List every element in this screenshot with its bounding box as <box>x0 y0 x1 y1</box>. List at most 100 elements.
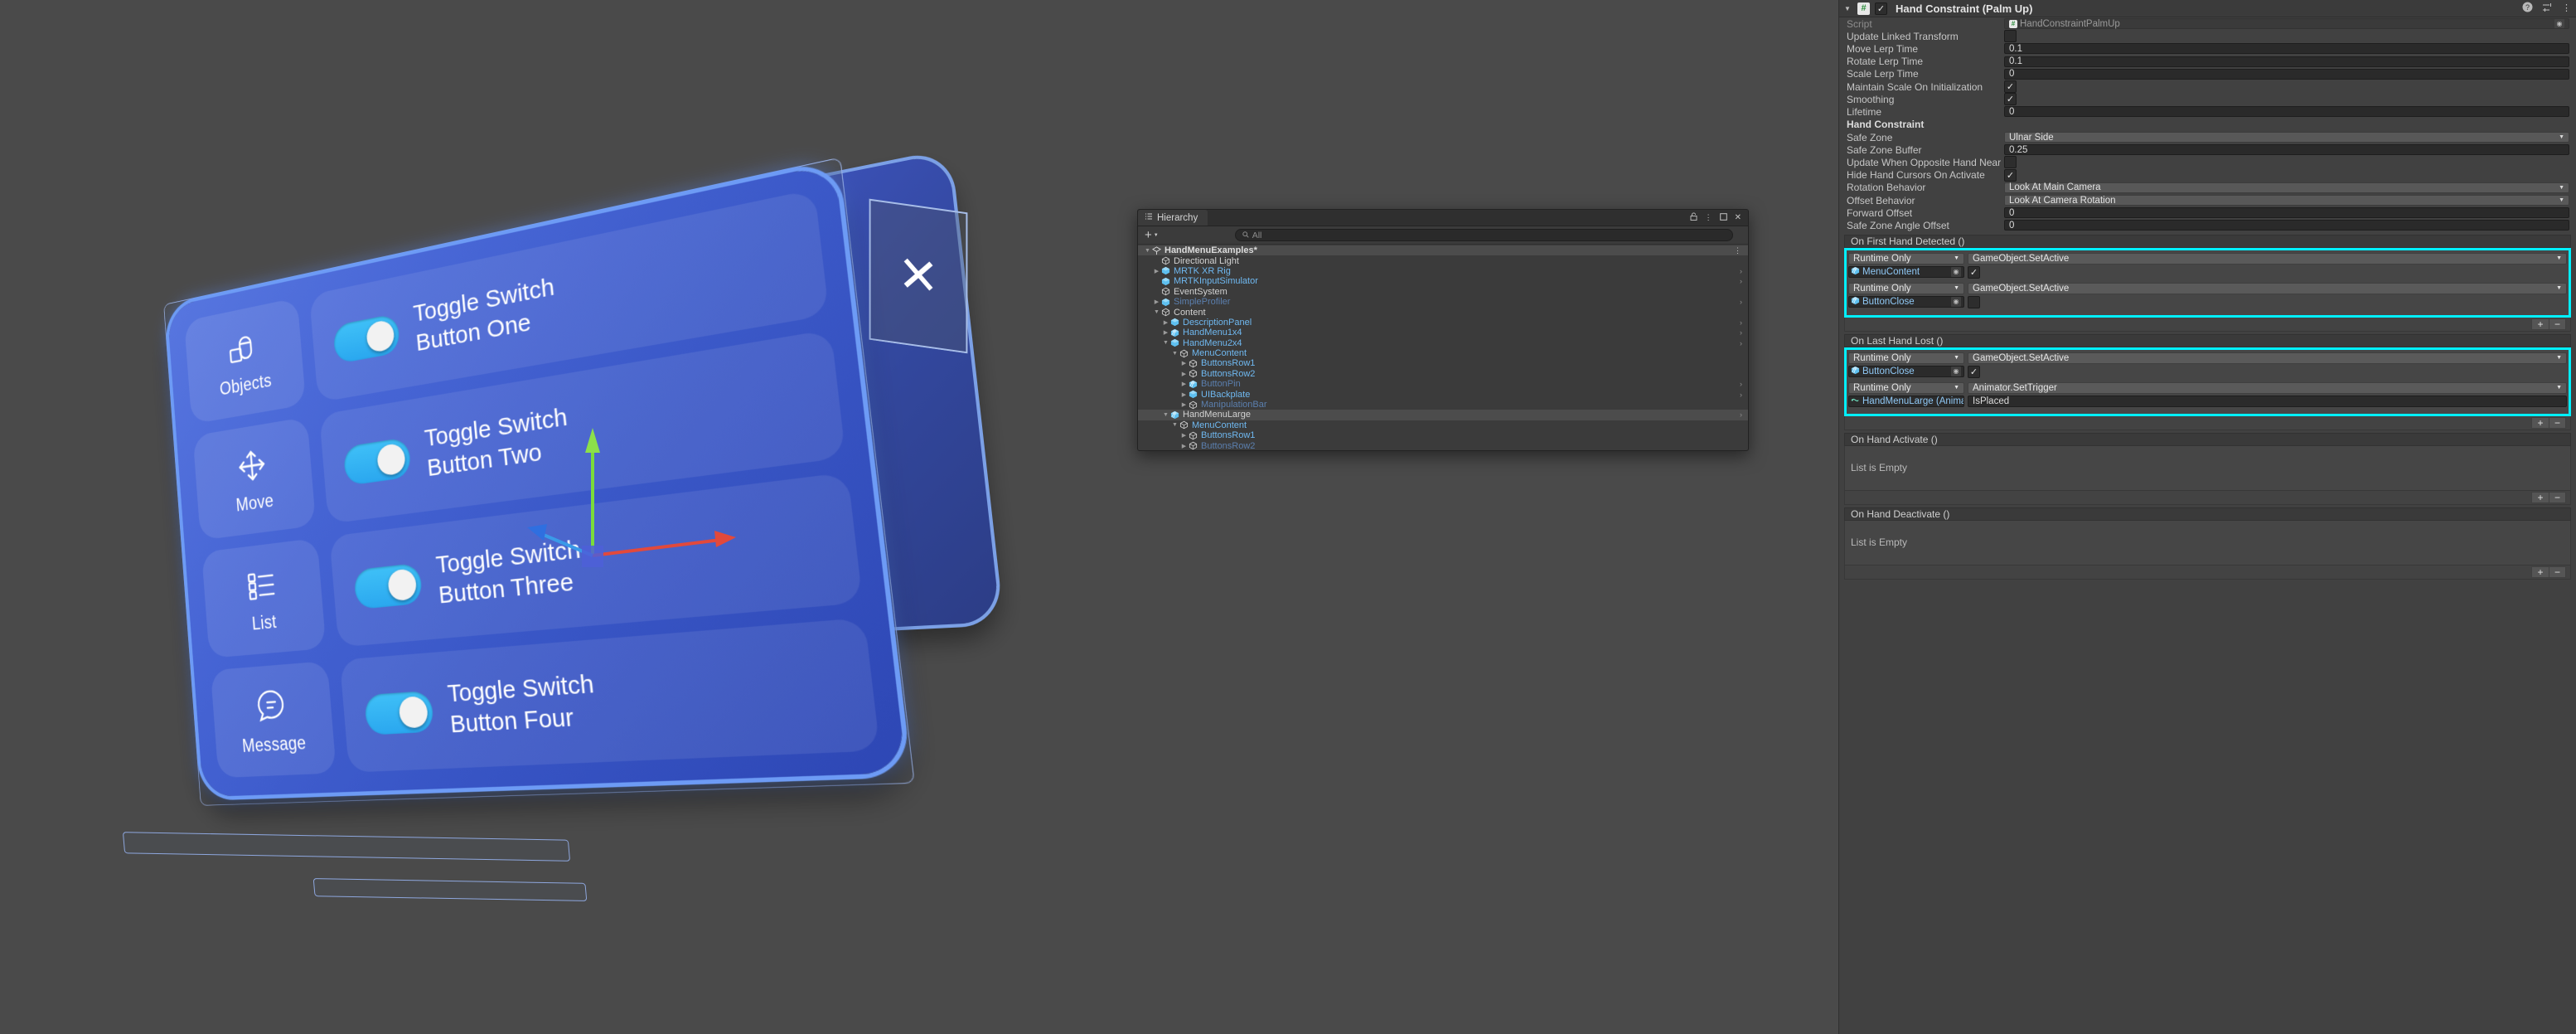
hierarchy-row[interactable]: ▼ HandMenuLarge › <box>1138 410 1748 420</box>
preset-icon[interactable] <box>2542 2 2553 15</box>
prefab-open-icon[interactable]: › <box>1740 277 1742 285</box>
event-mode-dropdown[interactable]: Runtime Only ▼ <box>1848 252 1964 265</box>
chevron-right-icon[interactable]: ▶ <box>1179 391 1189 398</box>
object-picker-icon[interactable]: ◉ <box>2554 19 2564 29</box>
event-mode-dropdown[interactable]: Runtime Only ▼ <box>1848 381 1964 394</box>
chevron-down-icon[interactable]: ▼ <box>1161 340 1170 346</box>
hierarchy-row[interactable]: ▶ ButtonsRow1 <box>1138 358 1748 368</box>
chevron-down-icon[interactable]: ▼ <box>1170 422 1179 428</box>
switch-on-icon[interactable] <box>332 313 401 364</box>
hierarchy-row[interactable]: ▶ ButtonsRow1 <box>1138 430 1748 440</box>
event-mode-dropdown[interactable]: Runtime Only ▼ <box>1848 282 1964 294</box>
add-event-button[interactable]: + <box>2531 416 2549 429</box>
prefab-open-icon[interactable]: › <box>1740 339 1742 347</box>
object-picker-icon[interactable]: ◉ <box>1951 296 1961 307</box>
hierarchy-row[interactable]: ▶ SimpleProfiler › <box>1138 297 1748 307</box>
toggle-switch-button-four[interactable]: Toggle Switch Button Four <box>339 617 880 773</box>
hierarchy-row[interactable]: ▼ Content <box>1138 307 1748 318</box>
component-header[interactable]: ▼ # ✓ Hand Constraint (Palm Up) ? ⋮ <box>1839 0 2576 17</box>
chevron-down-icon[interactable]: ▼ <box>1152 309 1161 315</box>
chevron-right-icon[interactable]: ▶ <box>1152 299 1161 305</box>
close-button-plate[interactable]: ✕ <box>869 198 968 354</box>
prefab-open-icon[interactable]: › <box>1740 267 1742 275</box>
hierarchy-row[interactable]: EventSystem <box>1138 287 1748 297</box>
hierarchy-row[interactable]: ▶ MRTK XR Rig › <box>1138 266 1748 276</box>
hierarchy-row[interactable]: ▶ ButtonsRow2 <box>1138 369 1748 379</box>
remove-event-button[interactable]: − <box>2549 318 2566 330</box>
property-dropdown[interactable]: Ulnar Side ▼ <box>2004 132 2569 143</box>
chevron-right-icon[interactable]: ▶ <box>1179 401 1189 408</box>
hierarchy-row[interactable]: Directional Light <box>1138 255 1748 266</box>
hierarchy-row[interactable]: ▶ UIBackplate › <box>1138 389 1748 400</box>
scene-view[interactable]: Pitch Roll ✕ <box>0 0 1838 1034</box>
add-event-button[interactable]: + <box>2531 318 2549 330</box>
property-dropdown[interactable]: Look At Main Camera ▼ <box>2004 182 2569 193</box>
hierarchy-row[interactable]: ▶ ButtonsRow2 <box>1138 440 1748 450</box>
property-checkbox[interactable]: ✓ <box>2004 168 2017 182</box>
property-checkbox[interactable]: ✓ <box>2004 93 2017 106</box>
property-dropdown[interactable]: Look At Camera Rotation ▼ <box>2004 195 2569 206</box>
prefab-open-icon[interactable]: › <box>1740 380 1742 388</box>
add-event-button[interactable]: + <box>2531 491 2549 503</box>
property-checkbox[interactable]: ✓ <box>2004 156 2017 169</box>
event-mode-dropdown[interactable]: Runtime Only ▼ <box>1848 352 1964 364</box>
prefab-open-icon[interactable]: › <box>1740 328 1742 337</box>
property-text-field[interactable]: 0 <box>2004 207 2569 219</box>
chevron-right-icon[interactable]: ▶ <box>1161 329 1170 336</box>
remove-event-button[interactable]: − <box>2549 566 2566 578</box>
hierarchy-row[interactable]: ▶ DescriptionPanel › <box>1138 318 1748 328</box>
remove-event-button[interactable]: − <box>2549 416 2566 429</box>
switch-on-icon[interactable] <box>342 436 412 486</box>
chevron-right-icon[interactable]: ▶ <box>1179 381 1189 387</box>
property-checkbox[interactable]: ✓ <box>2004 80 2017 94</box>
prefab-open-icon[interactable]: › <box>1740 391 1742 399</box>
chevron-right-icon[interactable]: ▶ <box>1179 360 1189 367</box>
event-argument-checkbox[interactable]: ✓ <box>1968 295 1980 308</box>
chevron-down-icon[interactable]: ▼ <box>1143 248 1152 254</box>
chevron-right-icon[interactable]: ▶ <box>1179 443 1189 449</box>
chevron-right-icon[interactable]: ▶ <box>1179 432 1189 439</box>
hierarchy-row[interactable]: ▼ MenuContent <box>1138 348 1748 358</box>
remove-event-button[interactable]: − <box>2549 491 2566 503</box>
chevron-down-icon[interactable]: ▼ <box>1161 412 1170 418</box>
inspector-panel[interactable]: ▼ # ✓ Hand Constraint (Palm Up) ? ⋮ Scri… <box>1838 0 2576 1034</box>
menu-button-move[interactable]: Move <box>192 416 317 541</box>
prefab-open-icon[interactable]: › <box>1740 318 1742 327</box>
prefab-open-icon[interactable]: › <box>1740 298 1742 306</box>
event-argument-field[interactable]: IsPlaced <box>1968 395 2567 407</box>
hierarchy-row[interactable]: ▼ HandMenu2x4 › <box>1138 338 1748 348</box>
property-text-field[interactable]: 0 <box>2004 68 2569 80</box>
event-target-object-field[interactable]: ButtonClose ◉ <box>1848 295 1964 308</box>
maximize-icon[interactable] <box>1719 212 1727 223</box>
add-gameobject-button[interactable]: + ▼ <box>1145 229 1159 241</box>
chevron-right-icon[interactable]: ▶ <box>1179 371 1189 377</box>
property-checkbox[interactable]: ✓ <box>2004 30 2017 43</box>
event-method-dropdown[interactable]: GameObject.SetActive ▼ <box>1968 352 2567 364</box>
event-target-object-field[interactable]: MenuContent ◉ <box>1848 265 1964 278</box>
transform-gizmo[interactable] <box>522 406 738 622</box>
object-picker-icon[interactable]: ◉ <box>1951 266 1961 277</box>
property-text-field[interactable]: 0.1 <box>2004 56 2569 67</box>
property-object-field[interactable]: # HandConstraintPalmUp ◉ <box>2004 18 2569 30</box>
property-text-field[interactable]: 0 <box>2004 106 2569 118</box>
hierarchy-row[interactable]: ▼ MenuContent <box>1138 420 1748 430</box>
hierarchy-tree[interactable]: ▼ HandMenuExamples* ⋮ Directional Light ▶ MRT… <box>1138 245 1748 450</box>
close-icon[interactable]: ✕ <box>1735 213 1741 222</box>
help-icon[interactable]: ? <box>2522 2 2533 15</box>
object-picker-icon[interactable]: ◉ <box>1951 366 1961 376</box>
kebab-icon[interactable]: ⋮ <box>1705 214 1712 221</box>
hierarchy-row[interactable]: ▶ ButtonPin › <box>1138 379 1748 389</box>
menu-button-objects[interactable]: Objects <box>184 297 307 425</box>
chevron-down-icon[interactable]: ▼ <box>1170 351 1179 357</box>
hierarchy-row[interactable]: ▶ HandMenu1x4 › <box>1138 328 1748 337</box>
hierarchy-window[interactable]: Hierarchy ⋮ ✕ + ▼ All ▼ HandMenuExamples… <box>1137 209 1749 451</box>
tab-hierarchy[interactable]: Hierarchy <box>1138 210 1208 226</box>
hierarchy-row[interactable]: MRTKInputSimulator › <box>1138 276 1748 286</box>
event-method-dropdown[interactable]: GameObject.SetActive ▼ <box>1968 252 2567 265</box>
menu-button-list[interactable]: List <box>201 537 327 658</box>
prefab-open-icon[interactable]: › <box>1740 410 1742 419</box>
toggle-switch-button-one[interactable]: Toggle Switch Button One <box>309 188 830 403</box>
component-enabled-checkbox[interactable]: ✓ <box>1875 2 1887 15</box>
chevron-right-icon[interactable]: ▶ <box>1161 319 1170 326</box>
menu-button-message[interactable]: Message <box>210 661 337 779</box>
